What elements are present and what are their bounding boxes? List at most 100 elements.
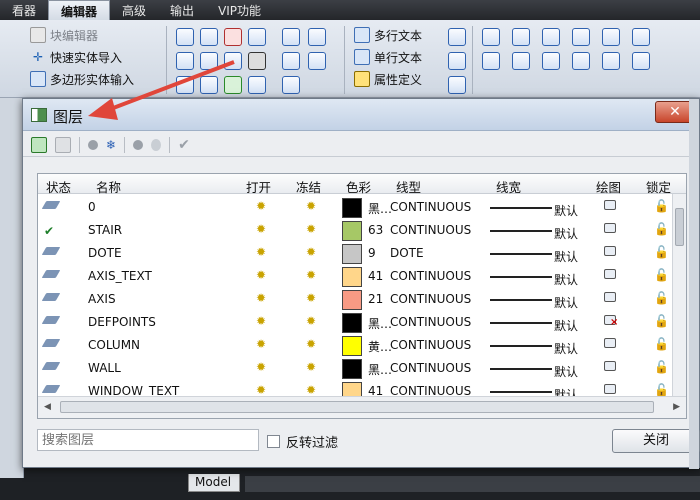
table-tool-icon[interactable] [248, 76, 266, 94]
hatch-tool-icon[interactable] [224, 52, 242, 70]
image-tool-icon[interactable] [224, 76, 242, 94]
on-bulb-icon[interactable]: ✹ [256, 314, 266, 328]
checkbox-box[interactable] [267, 435, 280, 448]
color-label[interactable]: 9 [368, 246, 376, 260]
mtext-button[interactable]: 多行文本 [354, 24, 422, 46]
freeze-all-icon[interactable]: ❄ [106, 138, 116, 152]
printer-disabled-icon[interactable] [604, 315, 618, 328]
offset-tool-icon[interactable] [482, 52, 500, 70]
stretch-tool-icon[interactable] [602, 28, 620, 46]
chamfer-tool-icon[interactable] [602, 52, 620, 70]
layer-name[interactable]: AXIS [88, 292, 116, 306]
unlock-icon[interactable]: 🔓 [654, 360, 669, 374]
layer-name[interactable]: STAIR [88, 223, 122, 237]
line-tool-icon[interactable] [176, 28, 194, 46]
set-current-icon[interactable]: ✔ [178, 137, 190, 153]
horizontal-scroll-thumb[interactable] [60, 401, 654, 413]
col-name[interactable]: 名称 [96, 177, 121, 196]
spline-tool-icon[interactable] [176, 76, 194, 94]
lineweight-label[interactable]: 默认 [554, 225, 578, 242]
menu-tab-output[interactable]: 输出 [158, 0, 206, 20]
col-color[interactable]: 色彩 [346, 177, 371, 196]
layer-name[interactable]: 0 [88, 200, 96, 214]
scroll-right-icon[interactable]: ▶ [673, 402, 680, 412]
linetype-label[interactable]: CONTINUOUS [390, 315, 471, 329]
rectangle-tool-icon[interactable] [224, 28, 242, 46]
layer-name[interactable]: COLUMN [88, 338, 140, 352]
layer-name[interactable]: DOTE [88, 246, 122, 260]
on-bulb-icon[interactable]: ✹ [256, 199, 266, 213]
polyline-tool-icon[interactable] [248, 28, 266, 46]
lineweight-label[interactable]: 默认 [554, 248, 578, 265]
color-label[interactable]: 41 [368, 269, 383, 283]
unlock-icon[interactable]: 🔓 [654, 314, 669, 328]
color-swatch[interactable] [342, 267, 362, 287]
layer-name[interactable]: WALL [88, 361, 121, 375]
polygon-tool-icon[interactable] [200, 52, 218, 70]
text-check-icon[interactable] [448, 76, 466, 94]
on-bulb-icon[interactable]: ✹ [256, 268, 266, 282]
lineweight-label[interactable]: 默认 [554, 340, 578, 357]
color-label[interactable]: 63 [368, 223, 383, 237]
linetype-label[interactable]: DOTE [390, 246, 424, 260]
col-plot[interactable]: 绘图 [596, 177, 621, 196]
scroll-left-icon[interactable]: ◀ [44, 402, 51, 412]
circle-tool-icon[interactable] [176, 52, 194, 70]
printer-icon[interactable] [604, 338, 616, 348]
polygon-input-button[interactable]: 多边形实体输入 [30, 68, 134, 90]
freeze-sun-icon[interactable]: ✹ [306, 337, 316, 351]
on-bulb-icon[interactable]: ✹ [256, 383, 266, 397]
col-lock[interactable]: 锁定 [646, 177, 671, 196]
printer-icon[interactable] [604, 223, 616, 233]
freeze-sun-icon[interactable]: ✹ [306, 268, 316, 282]
table-row[interactable]: AXIS_TEXT ✹ ✹ 41 CONTINUOUS 默认 🔓 [38, 265, 674, 288]
linetype-label[interactable]: CONTINUOUS [390, 200, 471, 214]
table-row[interactable]: ✔ STAIR ✹ ✹ 63 CONTINUOUS 默认 🔓 [38, 219, 674, 242]
brush-tool-icon[interactable] [282, 52, 300, 70]
array-tool-icon[interactable] [632, 28, 650, 46]
freeze-sun-icon[interactable]: ✹ [306, 291, 316, 305]
grid-tool-icon[interactable] [282, 76, 300, 94]
color-label[interactable]: 黄… [368, 338, 392, 355]
col-linetype[interactable]: 线型 [396, 177, 421, 196]
linetype-label[interactable]: CONTINUOUS [390, 292, 471, 306]
layer-on-icon[interactable] [133, 139, 144, 150]
copy-tool-icon[interactable] [282, 28, 300, 46]
move-tool-icon[interactable] [482, 28, 500, 46]
linetype-label[interactable]: CONTINUOUS [390, 223, 471, 237]
on-bulb-icon[interactable]: ✹ [256, 360, 266, 374]
on-bulb-icon[interactable]: ✹ [256, 291, 266, 305]
linetype-label[interactable]: CONTINUOUS [390, 361, 471, 375]
model-tab[interactable]: Model [188, 474, 240, 492]
lineweight-label[interactable]: 默认 [554, 271, 578, 288]
layer-name[interactable]: DEFPOINTS [88, 315, 156, 329]
bulb-icon[interactable] [151, 138, 162, 151]
unlock-icon[interactable]: 🔓 [654, 383, 669, 397]
table-row[interactable]: DEFPOINTS ✹ ✹ 黑…CONTINUOUS 默认 🔓 [38, 311, 674, 334]
mirror-tool-icon[interactable] [542, 28, 560, 46]
invert-filter-checkbox[interactable]: 反转过滤 [267, 432, 338, 451]
thaw-all-icon[interactable] [88, 139, 98, 150]
select-tool-icon[interactable] [308, 28, 326, 46]
table-row[interactable]: WALL ✹ ✹ 黑… CONTINUOUS 默认 🔓 [38, 357, 674, 380]
freeze-sun-icon[interactable]: ✹ [306, 360, 316, 374]
on-bulb-icon[interactable]: ✹ [256, 222, 266, 236]
shape-tool-icon[interactable] [308, 52, 326, 70]
text-style-icon[interactable] [448, 28, 466, 46]
color-swatch[interactable] [342, 290, 362, 310]
menu-tab-vip[interactable]: VIP功能 [206, 0, 273, 20]
text-edit-icon[interactable] [448, 52, 466, 70]
col-on[interactable]: 打开 [246, 177, 271, 196]
unlock-icon[interactable]: 🔓 [654, 268, 669, 282]
menu-tab-advanced[interactable]: 高级 [110, 0, 158, 20]
printer-icon[interactable] [604, 361, 616, 371]
vertical-scroll-thumb[interactable] [675, 208, 684, 246]
freeze-sun-icon[interactable]: ✹ [306, 245, 316, 259]
quick-import-button[interactable]: ✛ 快速实体导入 [30, 46, 134, 68]
color-swatch[interactable] [342, 359, 362, 379]
printer-icon[interactable] [604, 384, 616, 394]
col-state[interactable]: 状态 [46, 177, 71, 196]
linetype-label[interactable]: CONTINUOUS [390, 338, 471, 352]
region-tool-icon[interactable] [200, 76, 218, 94]
menu-tab-editor[interactable]: 编辑器 [48, 0, 111, 20]
